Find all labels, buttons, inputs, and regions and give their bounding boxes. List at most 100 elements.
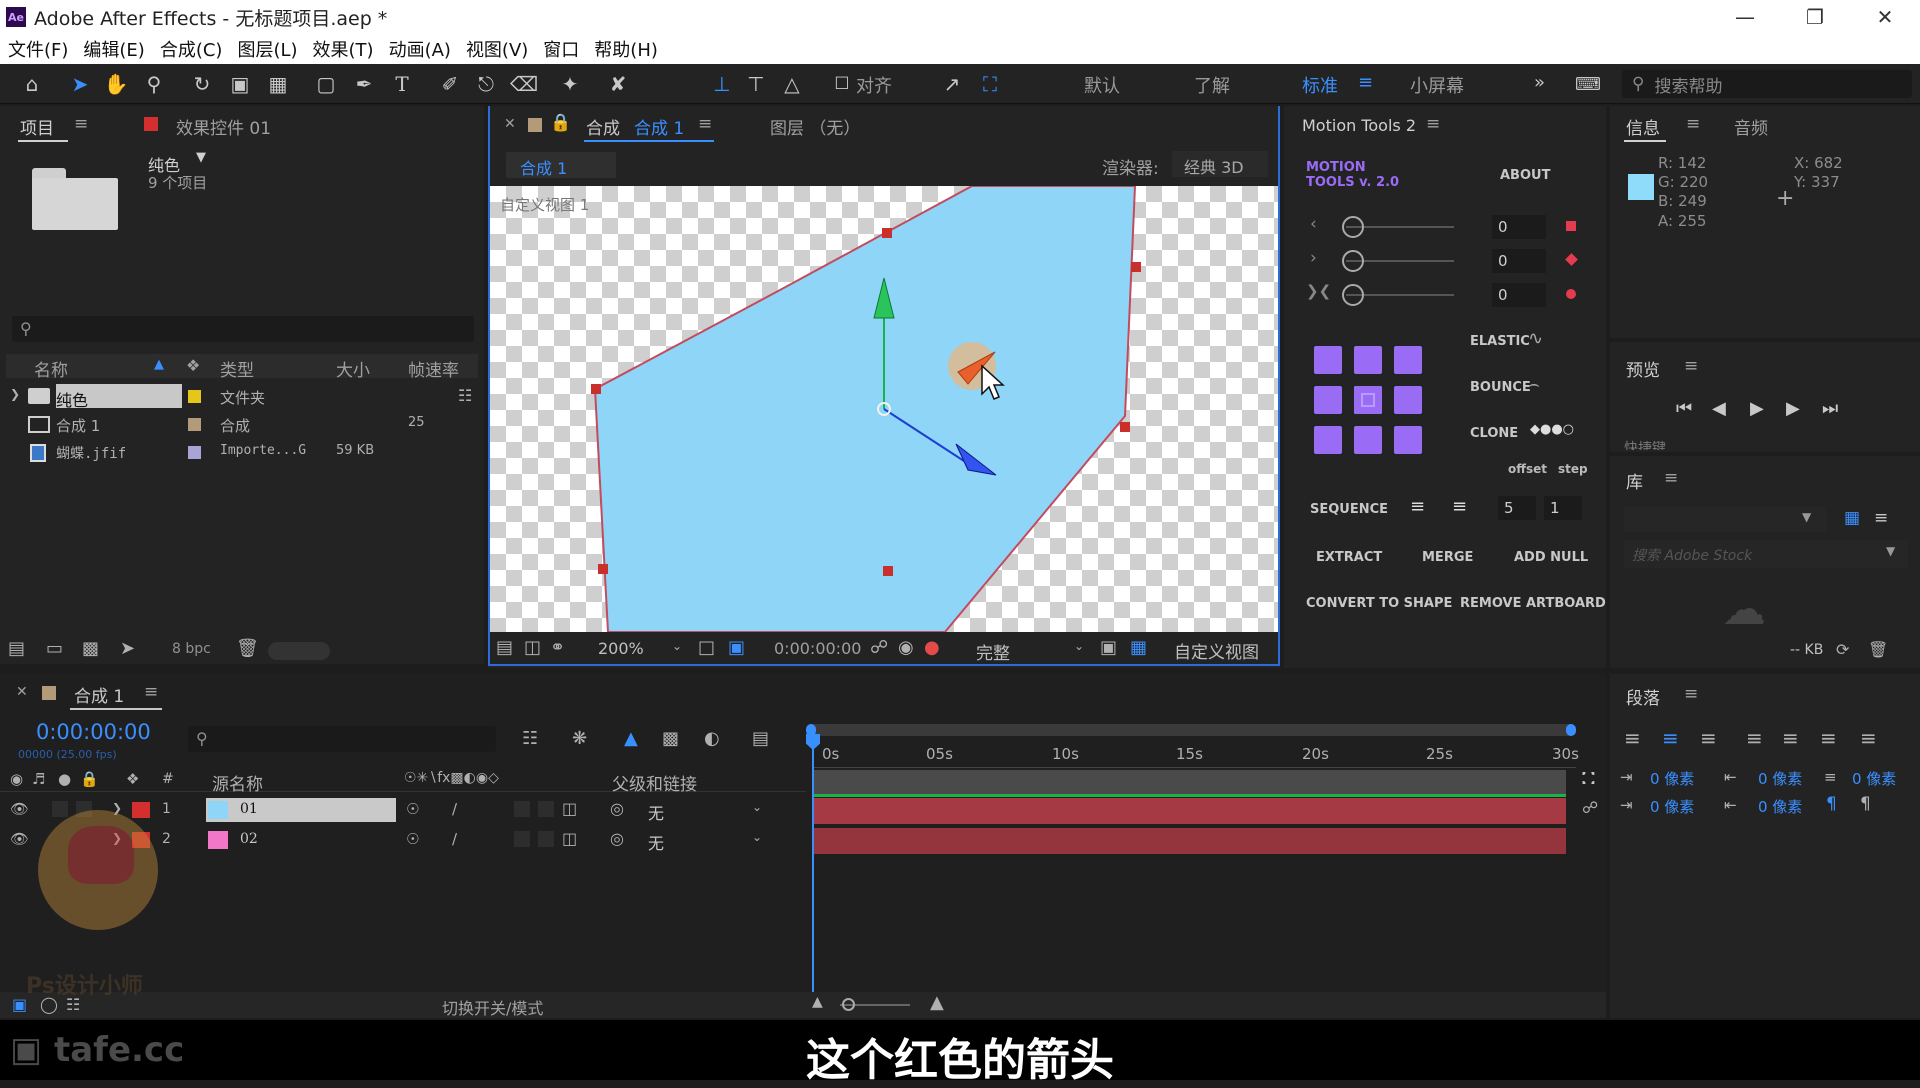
zoom-in-icon[interactable]: ▲ [930, 992, 944, 1013]
3d-layer-cube-icon[interactable]: ◫ [562, 799, 577, 818]
menu-view[interactable]: 视图(V) [466, 36, 528, 62]
adjust-project-icon[interactable]: ➤ [120, 638, 135, 659]
label-header-icon[interactable]: ❖ [126, 770, 139, 788]
project-search-input[interactable]: ⚲ [12, 316, 474, 342]
workspace-menu-icon[interactable]: ≡ [1358, 72, 1373, 93]
list-view-icon[interactable]: ≡ [1874, 508, 1888, 528]
tab-layer[interactable]: 图层 （无） [770, 114, 860, 139]
comp-flowchart-icon[interactable]: ☷ [522, 728, 538, 749]
extract-button[interactable]: EXTRACT [1316, 550, 1382, 565]
flowchart-icon[interactable]: ☷ [458, 386, 472, 405]
resolution-dropdown-icon[interactable]: ⌄ [1074, 639, 1084, 653]
bit-depth-label[interactable]: 8 bpc [172, 641, 211, 657]
motion-tools-menu-icon[interactable]: ≡ [1426, 114, 1440, 134]
column-fps[interactable]: 帧速率 [408, 356, 459, 381]
sequence-offset-field[interactable]: 5 [1498, 496, 1536, 520]
interpret-footage-icon[interactable]: ▤ [8, 638, 25, 659]
clone-stamp-tool-icon[interactable]: ⎋ [472, 70, 500, 98]
layer-name[interactable]: 02 [240, 831, 258, 847]
tab-project[interactable]: 项目 [20, 114, 54, 139]
sync-icon[interactable]: ⟳ [1836, 640, 1849, 659]
pen-tool-icon[interactable]: ✒ [350, 70, 378, 98]
draft-3d-icon[interactable]: ❋ [572, 728, 587, 749]
anchor-bottom-right[interactable] [1394, 426, 1422, 454]
motion-blur-icon[interactable]: ◐ [704, 728, 720, 749]
viewer-canvas[interactable]: 自定义视图 1 [490, 186, 1278, 632]
adjustment-toggle[interactable] [538, 801, 554, 817]
last-frame-icon[interactable]: ⏭ [1822, 398, 1838, 419]
slider-value-field[interactable]: 0 [1492, 215, 1546, 239]
parent-link-header[interactable]: 父级和链接 [612, 770, 697, 795]
current-time-indicator[interactable] [812, 736, 814, 996]
selection-tool-icon[interactable]: ➤ [66, 70, 94, 98]
layer-switches-icon[interactable]: ▣ [12, 995, 27, 1014]
keyframe-smooth-icon[interactable] [1566, 289, 1576, 299]
slider-knob[interactable] [1342, 216, 1364, 238]
region-of-interest-icon[interactable]: ▣ [728, 637, 745, 658]
comp-marker-icon[interactable]: ⛚ [1582, 768, 1595, 789]
space-after-value[interactable]: 0 像素 [1758, 796, 1802, 817]
stock-search-input[interactable]: 搜索 Adobe Stock ▼ [1624, 540, 1908, 568]
lock-header-icon[interactable]: 🔒 [80, 770, 99, 788]
sequence-step-field[interactable]: 1 [1544, 496, 1582, 520]
anchor-top-center[interactable] [1354, 346, 1382, 374]
play-icon[interactable]: ▶ [1750, 398, 1764, 419]
new-composition-icon[interactable]: ▩ [82, 638, 99, 659]
about-button[interactable]: ABOUT [1500, 168, 1550, 183]
motion-blur-toggle[interactable] [514, 801, 530, 817]
type-tool-icon[interactable]: T [388, 70, 416, 98]
tab-info[interactable]: 信息 [1626, 114, 1660, 139]
close-icon[interactable]: ✕ [1850, 0, 1920, 34]
shy-layers-icon[interactable]: ▲ [624, 728, 638, 749]
rectangle-tool-icon[interactable]: ▢ [312, 70, 340, 98]
show-snapshot-icon[interactable]: ◉ [898, 637, 914, 658]
time-ruler[interactable]: 0s 05s 10s 15s 20s 25s 30s [812, 742, 1579, 768]
clone-dots-icon[interactable]: ◆●●○ [1530, 422, 1574, 437]
graph-editor-icon[interactable]: ▤ [752, 728, 769, 749]
channel-icon[interactable]: ● [924, 637, 940, 658]
timeline-menu-icon[interactable]: ≡ [144, 682, 158, 702]
keyboard-icon[interactable]: ⌨ [1574, 70, 1602, 98]
workspace-learn[interactable]: 了解 [1194, 72, 1230, 98]
transparency-grid-icon[interactable]: ▦ [1130, 637, 1147, 658]
list-item[interactable]: ❯ 纯色 文件夹 ☷ [6, 384, 478, 410]
shy-switch-icon[interactable]: ☉ [406, 830, 419, 848]
menu-effect[interactable]: 效果(T) [313, 36, 374, 62]
adjustment-toggle[interactable] [538, 831, 554, 847]
comp-duration-bar[interactable] [812, 770, 1566, 794]
pick-whip-icon[interactable]: ◎ [610, 799, 624, 818]
comp-button-icon[interactable]: ☍ [1582, 798, 1598, 817]
justify-right-icon[interactable]: ≡ [1820, 726, 1837, 750]
new-folder-icon[interactable]: ▭ [46, 638, 63, 659]
convert-to-shape-button[interactable]: CONVERT TO SHAPE [1306, 596, 1452, 611]
menu-file[interactable]: 文件(F) [8, 36, 68, 62]
quality-switch-icon[interactable]: ∕ [452, 830, 457, 848]
bounce-button[interactable]: BOUNCE [1470, 380, 1531, 395]
slider-value-field[interactable]: 0 [1492, 283, 1546, 307]
tab-effect-controls[interactable]: 效果控件 01 [176, 114, 271, 139]
selected-item-dropdown-icon[interactable]: ▼ [196, 150, 206, 165]
brush-tool-icon[interactable]: ✐ [436, 70, 464, 98]
close-tab-icon[interactable]: ✕ [16, 684, 28, 700]
minimize-icon[interactable]: — [1710, 0, 1780, 34]
merge-button[interactable]: MERGE [1422, 550, 1473, 565]
anchor-top-right[interactable] [1394, 346, 1422, 374]
keyframe-ease-icon[interactable] [1565, 253, 1578, 266]
workspace-standard[interactable]: 标准 [1302, 72, 1338, 98]
list-item[interactable]: 合成 1 合成 25 [6, 412, 478, 438]
pick-whip-icon[interactable]: ◎ [610, 829, 624, 848]
thumbnail-size-slider[interactable] [268, 642, 330, 660]
align-left-icon[interactable]: ≡ [1624, 726, 1641, 750]
first-frame-icon[interactable]: ⏮ [1676, 398, 1692, 419]
local-axis-icon[interactable]: ⊥ [708, 70, 736, 98]
bounce-curve-icon[interactable]: ⌢ [1528, 374, 1540, 395]
indent-left-value[interactable]: 0 像素 [1650, 768, 1694, 789]
home-icon[interactable]: ⌂ [18, 70, 46, 98]
frame-blending-icon[interactable]: ▩ [662, 728, 679, 749]
resolution-value[interactable]: 完整 [976, 639, 1010, 664]
label-swatch[interactable] [188, 390, 201, 403]
menu-animation[interactable]: 动画(A) [389, 36, 451, 62]
menu-composition[interactable]: 合成(C) [160, 36, 223, 62]
pan-behind-tool-icon[interactable]: ▦ [264, 70, 292, 98]
workspace-more-icon[interactable]: » [1534, 72, 1545, 93]
